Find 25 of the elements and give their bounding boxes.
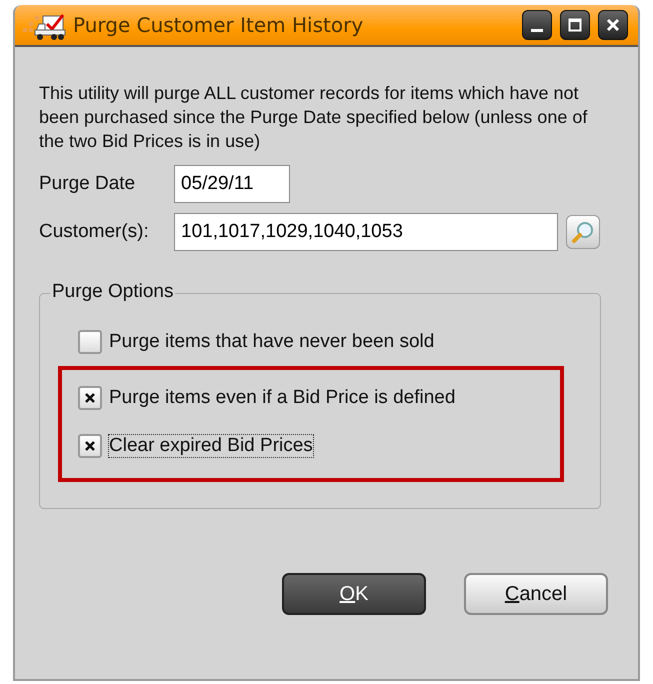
search-button[interactable] (566, 215, 600, 249)
checkbox[interactable] (78, 434, 102, 458)
cross-icon (83, 439, 97, 453)
ok-button[interactable]: OK (282, 573, 426, 615)
close-icon (605, 17, 621, 33)
purge-date-label: Purge Date (39, 173, 136, 195)
option-label[interactable]: Purge items that have never been sold (108, 330, 436, 354)
close-button[interactable] (598, 10, 628, 40)
group-title: Purge Options (50, 281, 176, 303)
checkbox[interactable] (78, 386, 102, 410)
maximize-button[interactable] (560, 10, 590, 40)
customers-field[interactable]: 101,1017,1029,1040,1053 (174, 213, 558, 251)
minimize-button[interactable] (522, 10, 552, 40)
option-label[interactable]: Purge items even if a Bid Price is defined (108, 386, 456, 410)
option-label[interactable]: Clear expired Bid Prices (108, 434, 314, 458)
cross-icon (83, 391, 97, 405)
customers-label: Customer(s): (39, 221, 150, 243)
search-icon (570, 219, 596, 245)
description-text: This utility will purge ALL customer records for items which have not been purchased since the Purge Date specified below (unless one of the two Bid Prices is in use) (39, 82, 588, 153)
purge-date-field[interactable]: 05/29/11 (174, 165, 290, 203)
window-title: Purge Customer Item History (73, 13, 364, 37)
maximize-icon (567, 17, 583, 33)
minimize-icon (531, 28, 543, 32)
checkbox[interactable] (78, 330, 102, 354)
cancel-button[interactable]: Cancel (464, 573, 608, 615)
